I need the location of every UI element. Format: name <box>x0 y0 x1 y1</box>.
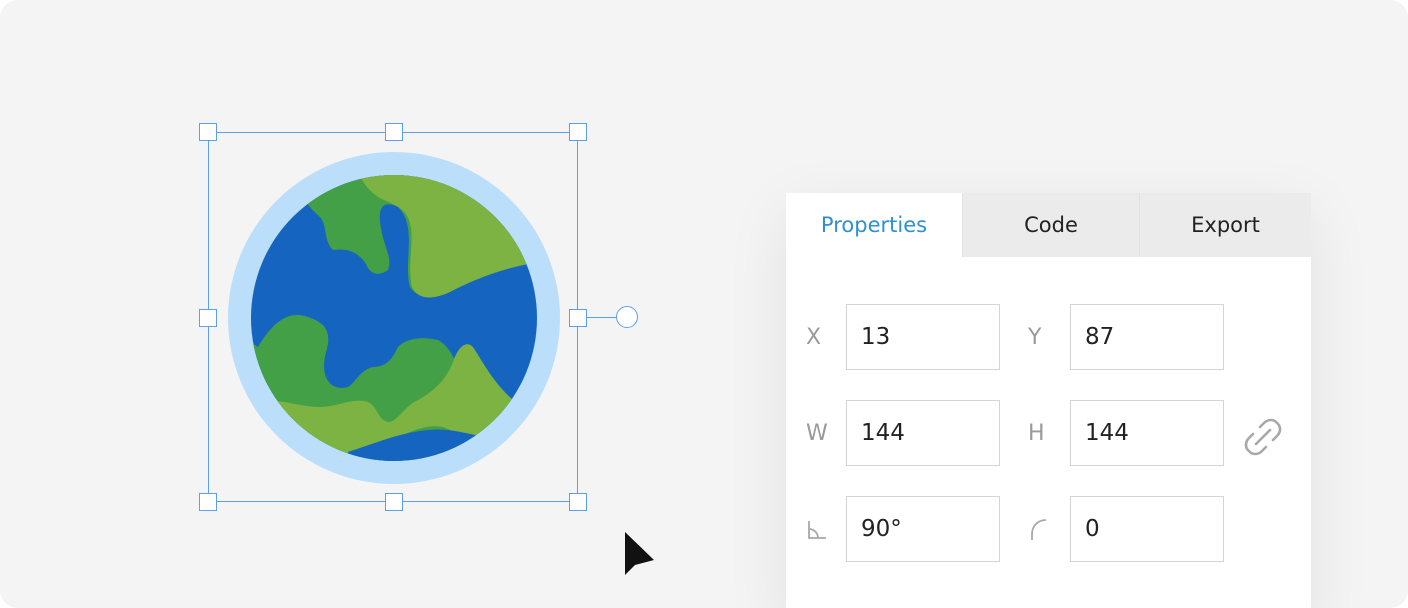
resize-handle-bottom-left[interactable] <box>199 493 217 511</box>
corner-radius-input[interactable] <box>1070 496 1224 562</box>
tab-properties[interactable]: Properties <box>786 193 962 257</box>
resize-handle-bottom-right[interactable] <box>569 493 587 511</box>
tab-export[interactable]: Export <box>1139 193 1311 257</box>
selection-bounding-box[interactable] <box>199 123 587 511</box>
w-label: W <box>806 420 828 446</box>
tab-code[interactable]: Code <box>962 193 1139 257</box>
x-input[interactable] <box>846 304 1000 370</box>
y-label: Y <box>1028 324 1042 350</box>
h-label: H <box>1028 420 1045 446</box>
rotate-connector <box>587 317 617 318</box>
unlink-icon[interactable] <box>1244 418 1282 456</box>
rotation-input[interactable] <box>846 496 1000 562</box>
resize-handle-top-left[interactable] <box>199 123 217 141</box>
pointer-cursor-icon <box>625 532 654 575</box>
width-input[interactable] <box>846 400 1000 466</box>
resize-handle-bottom-center[interactable] <box>385 493 403 511</box>
rotate-handle[interactable] <box>616 306 638 328</box>
y-input[interactable] <box>1070 304 1224 370</box>
resize-handle-middle-left[interactable] <box>199 309 217 327</box>
panel-tabs: Properties Code Export <box>786 193 1311 257</box>
properties-panel: Properties Code Export X Y W H <box>786 193 1311 608</box>
corner-radius-icon <box>1031 519 1047 540</box>
x-label: X <box>806 324 822 350</box>
resize-handle-top-center[interactable] <box>385 123 403 141</box>
resize-handle-middle-right[interactable] <box>569 309 587 327</box>
size-row: W H <box>786 400 1311 466</box>
position-row: X Y <box>786 304 1311 370</box>
design-canvas[interactable]: Properties Code Export X Y W H <box>0 0 1408 608</box>
rotation-radius-row <box>786 496 1311 562</box>
height-input[interactable] <box>1070 400 1224 466</box>
resize-handle-top-right[interactable] <box>569 123 587 141</box>
angle-icon <box>808 521 826 539</box>
